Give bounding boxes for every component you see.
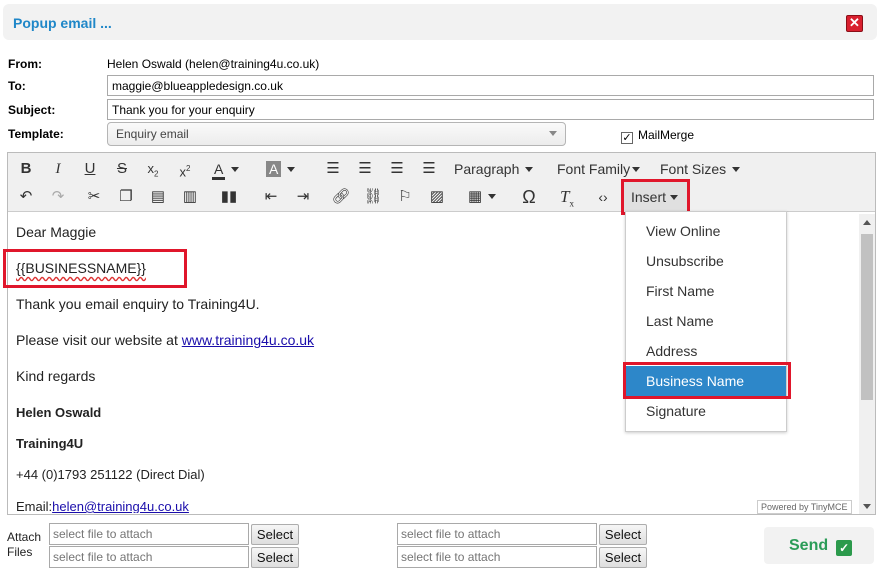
align-justify-icon[interactable]: ☰ <box>418 157 440 181</box>
scroll-up-icon[interactable] <box>863 220 871 225</box>
font-family-label: Font Family <box>557 161 631 177</box>
text-color-icon[interactable]: A <box>212 157 252 181</box>
send-label: Send <box>789 537 829 554</box>
font-sizes-label: Font Sizes <box>660 161 727 177</box>
powered-by-badge: Powered by TinyMCE <box>757 500 852 514</box>
image-icon[interactable]: ▨ <box>426 185 448 209</box>
copy-icon[interactable]: ❐ <box>116 185 136 209</box>
signature-email-prefix: Email: <box>16 499 53 513</box>
select-file-button-3[interactable]: Select <box>599 524 647 545</box>
cut-icon[interactable]: ✂ <box>84 185 104 209</box>
anchor-icon[interactable]: ⚐ <box>394 185 416 209</box>
chevron-down-icon <box>549 131 557 136</box>
attach-file-input-2[interactable] <box>49 546 249 568</box>
link-icon[interactable]: 🔗︎ <box>330 185 352 209</box>
email-link[interactable]: helen@training4u.co.uk <box>52 499 189 513</box>
special-char-icon[interactable]: Ω <box>518 185 540 209</box>
table-icon[interactable]: ▦ <box>468 185 504 209</box>
check-icon: ✓ <box>836 540 853 556</box>
attach-label-line2: Files <box>7 545 33 559</box>
find-replace-icon[interactable]: ▮▮ <box>218 185 240 209</box>
to-label: To: <box>8 79 26 93</box>
superscript-icon[interactable]: x2 <box>174 157 196 181</box>
insert-button-highlight <box>621 179 690 215</box>
indent-icon[interactable]: ⇥ <box>292 185 314 209</box>
chevron-down-icon <box>632 167 641 172</box>
chevron-down-icon <box>732 167 741 172</box>
select-file-button-1[interactable]: Select <box>251 524 299 545</box>
editor-scrollbar[interactable] <box>859 214 875 514</box>
template-select-value: Enquiry email <box>116 127 189 141</box>
signature-company: Training4U <box>16 436 84 451</box>
mailmerge-label: MailMerge <box>638 128 695 142</box>
attach-file-input-4[interactable] <box>397 546 597 568</box>
from-label: From: <box>8 57 42 71</box>
clear-format-icon[interactable]: Tx <box>556 185 578 209</box>
from-value: Helen Oswald (helen@training4u.co.uk) <box>107 57 320 71</box>
menu-item-unsubscribe[interactable]: Unsubscribe <box>626 246 786 276</box>
align-left-icon[interactable]: ☰ <box>322 157 344 181</box>
menu-item-view-online[interactable]: View Online <box>626 216 786 246</box>
redo-icon[interactable]: ↷ <box>48 185 68 209</box>
subject-label: Subject: <box>8 103 56 117</box>
subject-field[interactable] <box>107 99 874 120</box>
menu-item-last-name[interactable]: Last Name <box>626 306 786 336</box>
merge-field-highlight <box>3 249 187 288</box>
signature-phone: +44 (0)1793 251122 (Direct Dial) <box>16 467 205 482</box>
to-field[interactable] <box>107 75 874 96</box>
select-file-button-2[interactable]: Select <box>251 547 299 568</box>
underline-icon[interactable]: U <box>80 157 100 181</box>
strikethrough-icon[interactable]: S <box>112 157 132 181</box>
outdent-icon[interactable]: ⇤ <box>260 185 282 209</box>
signature-name: Helen Oswald <box>16 405 102 420</box>
body-line-2-prefix: Please visit our website at <box>16 332 182 348</box>
font-sizes-dropdown[interactable]: Font Sizes <box>660 157 741 181</box>
subscript-icon[interactable]: x2 <box>142 157 164 181</box>
body-line-2: Please visit our website at www.training… <box>16 332 314 348</box>
checkbox-icon[interactable]: ✓ <box>621 132 633 144</box>
closing-text: Kind regards <box>16 368 96 384</box>
paste-text-icon[interactable]: ▥ <box>180 185 200 209</box>
greeting-text: Dear Maggie <box>16 224 97 240</box>
attach-label-line1: Attach <box>7 530 42 544</box>
bold-icon[interactable]: B <box>16 157 36 181</box>
code-icon[interactable]: ‹› <box>592 185 614 209</box>
template-label: Template: <box>8 127 64 141</box>
font-family-dropdown[interactable]: Font Family <box>557 157 641 181</box>
body-line-1: Thank you email enquiry to Training4U. <box>16 296 260 312</box>
background-color-icon[interactable]: A <box>266 157 306 181</box>
signature-email: Email:helen@training4u.co.uk <box>16 499 189 513</box>
align-center-icon[interactable]: ☰ <box>354 157 376 181</box>
website-link[interactable]: www.training4u.co.uk <box>182 332 314 348</box>
undo-icon[interactable]: ↶ <box>16 185 36 209</box>
business-name-highlight <box>623 362 791 399</box>
close-icon[interactable]: ✕ <box>846 15 863 32</box>
unlink-icon[interactable]: ⛓ <box>362 185 384 209</box>
align-right-icon[interactable]: ☰ <box>386 157 408 181</box>
select-file-button-4[interactable]: Select <box>599 547 647 568</box>
title-bar: Popup email ... ✕ <box>3 4 877 40</box>
paste-icon[interactable]: ▤ <box>148 185 168 209</box>
italic-icon[interactable]: I <box>48 157 68 181</box>
window-title: Popup email ... <box>13 15 112 31</box>
editor-toolbar: B I U S x2 x2 A A ☰ ☰ ☰ ☰ Paragraph Font… <box>8 153 875 212</box>
paragraph-dropdown[interactable]: Paragraph <box>454 157 534 181</box>
paragraph-label: Paragraph <box>454 161 520 177</box>
scroll-down-icon[interactable] <box>863 504 871 509</box>
template-select[interactable]: Enquiry email <box>107 122 566 146</box>
menu-item-first-name[interactable]: First Name <box>626 276 786 306</box>
attach-files-label: Attach Files <box>7 530 41 560</box>
chevron-down-icon <box>525 167 534 172</box>
attach-file-input-1[interactable] <box>49 523 249 545</box>
send-button[interactable]: Send ✓ <box>764 527 874 564</box>
menu-item-signature[interactable]: Signature <box>626 396 786 426</box>
attach-file-input-3[interactable] <box>397 523 597 545</box>
mailmerge-toggle[interactable]: ✓ MailMerge <box>621 128 694 144</box>
scrollbar-thumb[interactable] <box>861 234 873 400</box>
